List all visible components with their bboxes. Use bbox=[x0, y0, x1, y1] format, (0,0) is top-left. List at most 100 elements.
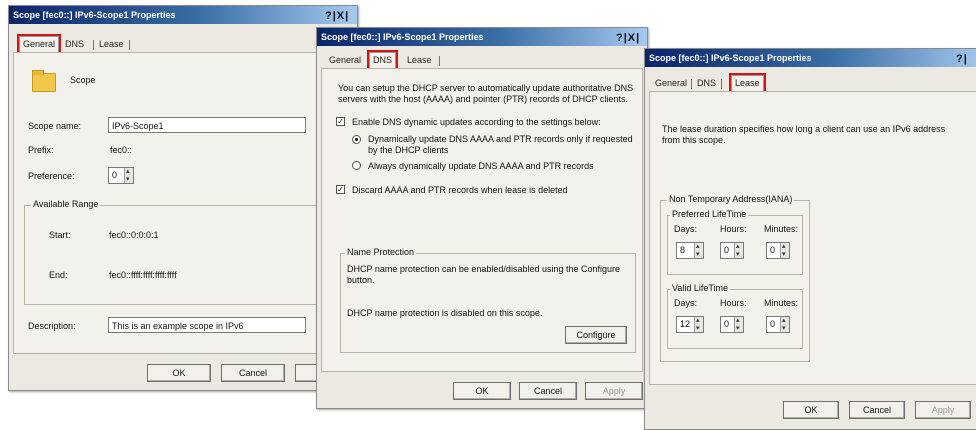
tab-separator bbox=[721, 79, 722, 89]
folder-icon bbox=[32, 70, 56, 92]
description-label: Description: bbox=[28, 321, 76, 331]
tab-lease[interactable]: Lease bbox=[729, 73, 766, 93]
preferred-minutes-value: 0 bbox=[770, 245, 776, 255]
tab-bar: General DNS Lease bbox=[321, 50, 639, 70]
spin-arrows-icon[interactable] bbox=[694, 313, 703, 336]
spin-arrows-icon[interactable] bbox=[734, 313, 743, 336]
dns-properties-dialog: Scope [fec0::] IPv6-Scope1 Properties Ge… bbox=[316, 27, 648, 409]
radio-update-requested-label: Dynamically update DNS AAAA and PTR reco… bbox=[368, 134, 633, 155]
dialog3-help-close-buttons[interactable]: ?| bbox=[956, 51, 968, 67]
discard-records-label: Discard AAAA and PTR records when lease … bbox=[352, 185, 568, 195]
ok-button[interactable]: OK bbox=[147, 364, 211, 382]
name-protection-status: DHCP name protection is disabled on this… bbox=[347, 308, 543, 318]
tab-general[interactable]: General bbox=[329, 54, 361, 67]
hours-label: Hours: bbox=[720, 298, 747, 308]
preferred-hours-spinner[interactable]: 0 bbox=[720, 239, 744, 262]
tab-separator bbox=[129, 40, 130, 50]
preference-value: 0 bbox=[112, 170, 118, 180]
tab-bar: General DNS Lease bbox=[649, 73, 976, 93]
end-value: fec0::ffff:ffff:ffff:ffff bbox=[109, 270, 177, 280]
non-temporary-address-group: Non Temporary Address(IANA) Preferred Li… bbox=[660, 194, 810, 362]
tab-general[interactable]: General bbox=[16, 34, 62, 54]
tab-lease[interactable]: Lease bbox=[407, 54, 432, 67]
general-tab-panel: Scope Scope name: IPv6-Scope1 Prefix: fe… bbox=[13, 52, 353, 354]
name-protection-info: DHCP name protection can be enabled/disa… bbox=[347, 264, 621, 285]
preferred-days-value: 8 bbox=[680, 245, 686, 255]
preferred-lifetime-label: Preferred LifeTime bbox=[670, 209, 749, 219]
preference-label: Preference: bbox=[28, 171, 75, 181]
spin-arrows-icon[interactable] bbox=[124, 164, 133, 187]
tab-separator bbox=[439, 56, 440, 66]
non-temporary-address-label: Non Temporary Address(IANA) bbox=[667, 194, 795, 204]
preferred-days-spinner[interactable]: 8 bbox=[676, 239, 704, 262]
available-range-group: Available Range Start: fec0::0:0:0:1 End… bbox=[24, 199, 340, 305]
tab-dns[interactable]: DNS bbox=[65, 38, 84, 51]
tab-separator bbox=[93, 40, 94, 50]
apply-button[interactable]: Apply bbox=[915, 401, 971, 419]
tab-dns[interactable]: DNS bbox=[366, 50, 399, 70]
preferred-lifetime-group: Preferred LifeTime Days: Hours: Minutes:… bbox=[667, 209, 803, 275]
dialog-title: Scope [fec0::] IPv6-Scope1 Properties bbox=[317, 28, 647, 46]
days-label: Days: bbox=[674, 298, 698, 308]
scope-name-label: Scope name: bbox=[28, 121, 82, 131]
spin-arrows-icon[interactable] bbox=[780, 313, 789, 336]
ok-button[interactable]: OK bbox=[783, 401, 839, 419]
prefix-label: Prefix: bbox=[28, 145, 54, 155]
prefix-value: fec0:: bbox=[110, 145, 133, 155]
dns-tab-panel: You can setup the DHCP server to automat… bbox=[321, 68, 643, 372]
dialog1-help-close-buttons[interactable]: ?|X| bbox=[325, 8, 349, 24]
preferred-minutes-spinner[interactable]: 0 bbox=[766, 239, 790, 262]
preference-spinner[interactable]: 0 bbox=[108, 164, 134, 187]
minutes-label: Minutes: bbox=[764, 298, 799, 308]
ok-button[interactable]: OK bbox=[453, 382, 511, 400]
hours-label: Hours: bbox=[720, 224, 747, 234]
enable-dns-label: Enable DNS dynamic updates according to … bbox=[352, 117, 601, 127]
discard-records-checkbox[interactable]: ✓ bbox=[336, 185, 345, 194]
tab-separator bbox=[691, 79, 692, 89]
lease-tab-panel: The lease duration specifies how long a … bbox=[649, 91, 976, 385]
lease-intro-text: The lease duration specifies how long a … bbox=[662, 124, 946, 145]
cancel-button[interactable]: Cancel bbox=[221, 364, 285, 382]
end-label: End: bbox=[49, 270, 68, 280]
tab-dns[interactable]: DNS bbox=[697, 77, 716, 90]
name-protection-group: Name Protection DHCP name protection can… bbox=[340, 247, 636, 353]
scope-name-field[interactable]: IPv6-Scope1 bbox=[108, 117, 306, 133]
valid-lifetime-group: Valid LifeTime Days: Hours: Minutes: 12 … bbox=[667, 283, 803, 349]
dialog2-help-close-buttons[interactable]: ?|X| bbox=[616, 30, 640, 46]
name-protection-label: Name Protection bbox=[345, 247, 417, 257]
start-value: fec0::0:0:0:1 bbox=[109, 230, 159, 240]
general-properties-dialog: Scope [fec0::] IPv6-Scope1 Properties Ge… bbox=[8, 5, 358, 391]
spin-arrows-icon[interactable] bbox=[734, 239, 743, 262]
dns-intro-text: You can setup the DHCP server to automat… bbox=[338, 83, 634, 104]
start-label: Start: bbox=[49, 230, 71, 240]
tab-lease[interactable]: Lease bbox=[99, 38, 124, 51]
days-label: Days: bbox=[674, 224, 698, 234]
valid-hours-value: 0 bbox=[724, 319, 730, 329]
dialog-title: Scope [fec0::] IPv6-Scope1 Properties bbox=[9, 6, 357, 24]
cancel-button[interactable]: Cancel bbox=[519, 382, 577, 400]
valid-lifetime-label: Valid LifeTime bbox=[670, 283, 731, 293]
valid-minutes-value: 0 bbox=[770, 319, 776, 329]
lease-properties-dialog: Scope [fec0::] IPv6-Scope1 Properties Ge… bbox=[644, 48, 976, 430]
valid-minutes-spinner[interactable]: 0 bbox=[766, 313, 790, 336]
radio-update-requested[interactable] bbox=[352, 135, 361, 144]
scope-header: Scope bbox=[70, 75, 96, 85]
spin-arrows-icon[interactable] bbox=[694, 239, 703, 262]
enable-dns-checkbox[interactable]: ✓ bbox=[336, 117, 345, 126]
valid-days-value: 12 bbox=[680, 319, 691, 329]
radio-always-update-label: Always dynamically update DNS AAAA and P… bbox=[368, 161, 594, 171]
radio-always-update[interactable] bbox=[352, 161, 361, 170]
spin-arrows-icon[interactable] bbox=[780, 239, 789, 262]
description-field[interactable]: This is an example scope in IPv6 bbox=[108, 317, 306, 333]
valid-hours-spinner[interactable]: 0 bbox=[720, 313, 744, 336]
dialog-title: Scope [fec0::] IPv6-Scope1 Properties bbox=[645, 49, 976, 67]
tab-general[interactable]: General bbox=[655, 77, 687, 90]
tab-bar: General DNS Lease bbox=[13, 34, 349, 54]
apply-button[interactable]: Apply bbox=[585, 382, 643, 400]
minutes-label: Minutes: bbox=[764, 224, 799, 234]
configure-button[interactable]: Configure bbox=[565, 326, 627, 344]
preferred-hours-value: 0 bbox=[724, 245, 730, 255]
valid-days-spinner[interactable]: 12 bbox=[676, 313, 704, 336]
cancel-button[interactable]: Cancel bbox=[849, 401, 905, 419]
available-range-label: Available Range bbox=[31, 199, 101, 209]
